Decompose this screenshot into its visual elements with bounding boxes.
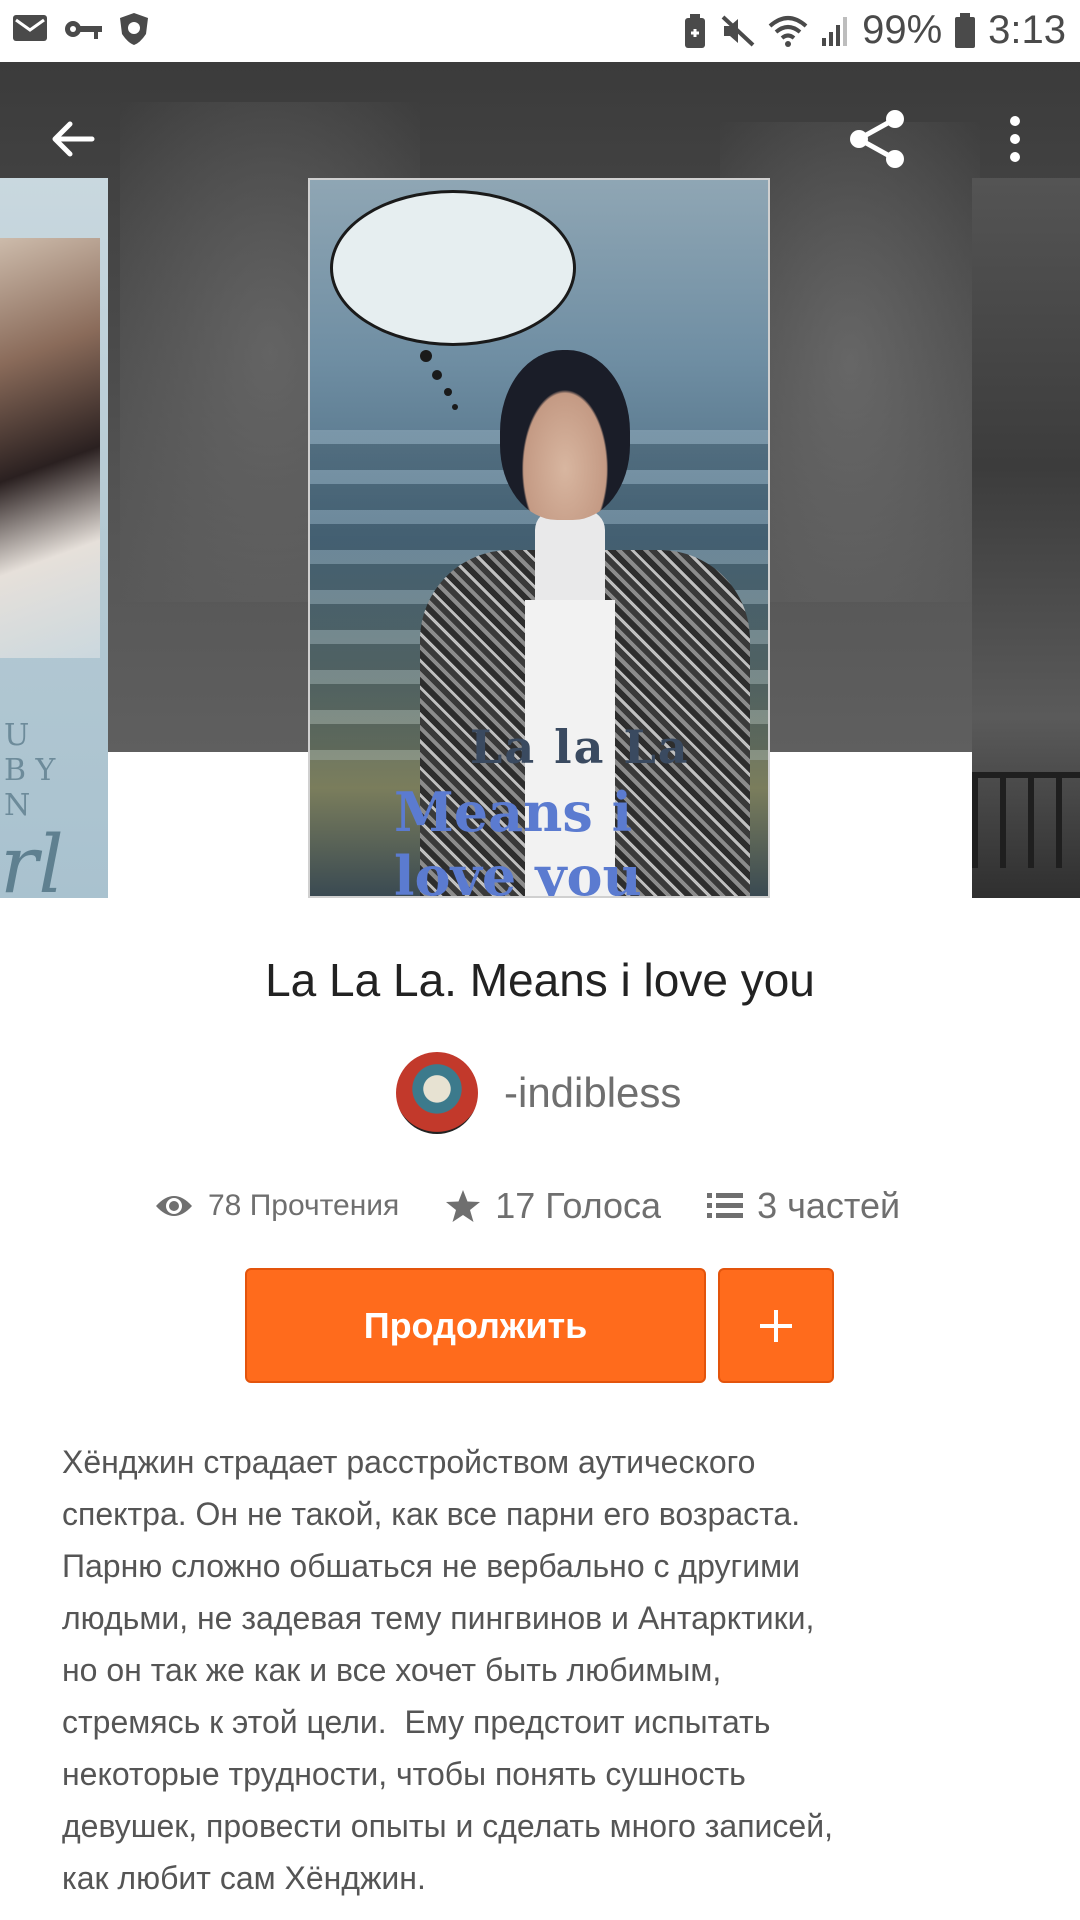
shield-icon: [118, 12, 150, 46]
avatar[interactable]: [396, 1052, 478, 1134]
cover-previous-story[interactable]: U BY N rl: [0, 178, 108, 898]
story-title: La La La. Means i love you: [265, 954, 815, 1006]
author-link[interactable]: -indibless: [396, 1052, 681, 1134]
list-icon: [707, 1193, 744, 1218]
votes-count: 17 Голоса: [495, 1185, 662, 1226]
back-button[interactable]: [38, 104, 108, 174]
clock: 3:13: [988, 8, 1066, 52]
continue-reading-button[interactable]: Продолжить: [245, 1268, 706, 1383]
cover-title-line2: Means i love you: [394, 780, 642, 898]
star-icon: [446, 1190, 481, 1222]
reads-count: 78 Прочтения: [208, 1189, 400, 1222]
plus-icon: [760, 1309, 792, 1342]
cover-decor: [972, 772, 1080, 868]
status-bar: 99% 3:13: [0, 0, 1080, 62]
author-name[interactable]: -indibless: [504, 1069, 681, 1117]
more-vertical-icon: [1010, 116, 1020, 162]
cover-next-story[interactable]: [972, 178, 1080, 898]
status-right-icons: 99% 3:13: [682, 8, 1066, 53]
key-icon: [64, 17, 104, 41]
story-description: Хёнджин страдает расстройством аутическо…: [62, 1444, 833, 1896]
mail-icon: [12, 14, 50, 44]
battery-percent: 99%: [862, 8, 943, 52]
cover-thought-bubble: [330, 190, 576, 346]
reads-stat: 78 Прочтения: [154, 1189, 399, 1223]
eye-icon: [156, 1196, 192, 1216]
wifi-icon: [768, 14, 808, 48]
cover-decor: rl: [0, 818, 64, 898]
more-options-button[interactable]: [980, 104, 1050, 174]
battery-saver-icon: [682, 13, 708, 49]
battery-icon: [954, 12, 976, 49]
add-to-library-button[interactable]: [718, 1268, 834, 1383]
cover-photo: [0, 238, 100, 658]
signal-icon: [820, 14, 850, 48]
cover-title-line1: La la La: [470, 720, 690, 774]
parts-stat: 3 частей: [707, 1185, 900, 1227]
cover-figure-head: [500, 350, 630, 520]
back-arrow-icon: [52, 121, 95, 157]
status-left-icons: [12, 12, 150, 46]
votes-stat: 17 Голоса: [445, 1185, 661, 1227]
story-stats: 78 Прочтения 17 Голоса 3 частей: [154, 1178, 900, 1234]
cover-decor: U BY N: [4, 718, 66, 823]
story-cover[interactable]: La la La Means i love you: [308, 178, 770, 898]
parts-count: 3 частей: [757, 1185, 901, 1226]
mute-icon: [720, 14, 756, 48]
share-icon: [850, 110, 904, 168]
share-button[interactable]: [842, 104, 912, 174]
